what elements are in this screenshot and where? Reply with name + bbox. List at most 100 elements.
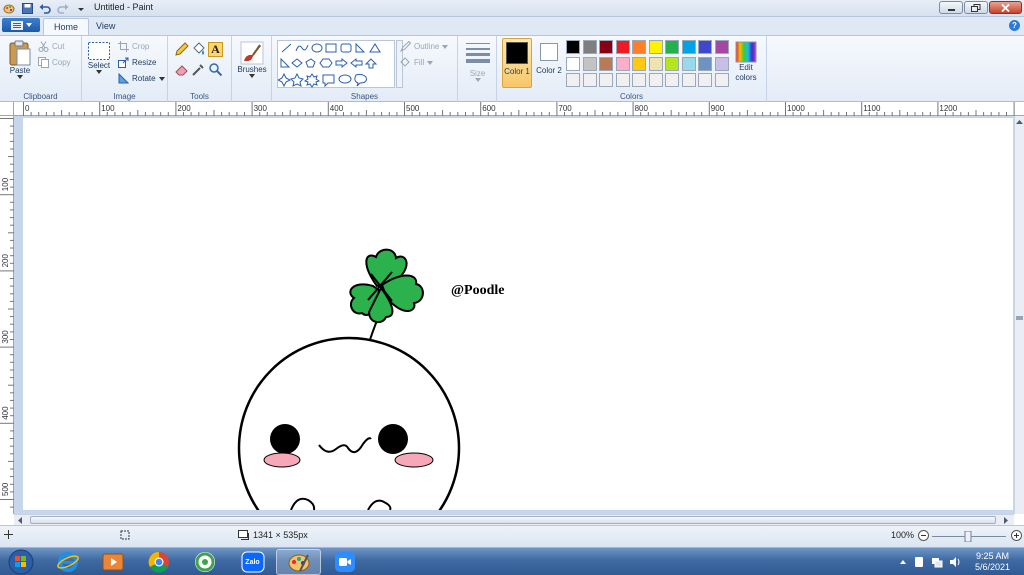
taskbar-internet-explorer[interactable] xyxy=(45,549,90,575)
scroll-grip-icon[interactable] xyxy=(1015,314,1024,323)
palette-swatch[interactable] xyxy=(714,56,729,71)
zoom-slider[interactable] xyxy=(932,531,1006,542)
taskbar-coccoc[interactable] xyxy=(182,549,227,575)
taskbar-media-player[interactable] xyxy=(90,549,135,575)
paint-icon xyxy=(288,554,309,572)
paint-menu-button[interactable] xyxy=(2,18,40,32)
palette-swatch[interactable] xyxy=(566,40,580,54)
palette-swatch[interactable] xyxy=(615,56,630,71)
show-hidden-icons-icon[interactable] xyxy=(899,558,907,566)
redo-icon[interactable] xyxy=(56,2,70,16)
chevron-down-icon xyxy=(96,70,102,74)
text-tool-icon[interactable]: A xyxy=(208,42,223,57)
chevron-down-icon xyxy=(158,76,165,81)
brushes-button[interactable]: Brushes xyxy=(235,41,269,78)
cut-button[interactable]: Cut xyxy=(38,41,64,52)
fill-button[interactable]: Fill xyxy=(400,57,434,68)
palette-swatch[interactable] xyxy=(665,40,679,54)
palette-swatch[interactable] xyxy=(698,40,712,54)
drawing-canvas[interactable]: @Poodle xyxy=(23,118,1013,510)
ruler-label: 1100 xyxy=(863,104,881,113)
tab-view[interactable]: View xyxy=(86,18,125,35)
palette-swatch[interactable] xyxy=(599,40,613,54)
eraser-icon[interactable] xyxy=(174,62,189,77)
palette-swatch[interactable] xyxy=(632,56,646,71)
magnifier-icon[interactable] xyxy=(208,62,223,77)
palette-swatch[interactable] xyxy=(698,56,712,71)
palette-swatch[interactable] xyxy=(599,73,613,87)
taskbar-zalo[interactable]: Zalo xyxy=(230,549,275,575)
paint-app-icon[interactable] xyxy=(2,2,16,16)
palette-swatch[interactable] xyxy=(566,73,580,87)
palette-swatch[interactable] xyxy=(648,40,663,54)
palette-swatch[interactable] xyxy=(632,73,646,87)
palette-swatch[interactable] xyxy=(648,73,663,87)
undo-icon[interactable] xyxy=(38,2,52,16)
palette-swatch[interactable] xyxy=(632,40,646,54)
device-icon[interactable] xyxy=(913,556,925,568)
palette-swatch[interactable] xyxy=(599,56,613,71)
ribbon-tab-row: Home View ? xyxy=(0,17,1024,35)
help-icon[interactable]: ? xyxy=(1009,20,1020,31)
tab-home[interactable]: Home xyxy=(43,18,90,35)
palette-swatch[interactable] xyxy=(681,73,696,87)
select-button[interactable]: Select xyxy=(86,41,112,74)
outline-button[interactable]: Outline xyxy=(400,41,449,52)
palette-swatch[interactable] xyxy=(648,56,663,71)
horizontal-scroll-thumb[interactable] xyxy=(30,516,996,524)
scroll-left-icon[interactable] xyxy=(16,516,25,525)
scroll-right-icon[interactable] xyxy=(1001,516,1010,525)
save-icon[interactable] xyxy=(20,2,34,16)
color2-button[interactable]: Color 2 xyxy=(535,38,563,88)
taskbar-paint[interactable] xyxy=(276,549,321,575)
palette-swatch[interactable] xyxy=(582,56,597,71)
pencil-icon[interactable] xyxy=(174,42,189,57)
scroll-up-icon[interactable] xyxy=(1015,118,1024,127)
palette-swatch[interactable] xyxy=(681,40,696,54)
network-icon[interactable] xyxy=(931,556,943,568)
crop-button[interactable]: Crop xyxy=(118,41,149,52)
customize-qat-icon[interactable] xyxy=(74,2,88,16)
paste-button[interactable]: Paste xyxy=(4,40,36,79)
volume-icon[interactable] xyxy=(949,556,961,568)
resize-button[interactable]: Resize xyxy=(118,57,156,68)
color1-button[interactable]: Color 1 xyxy=(502,38,532,88)
zalo-label: Zalo xyxy=(245,558,260,566)
start-button[interactable] xyxy=(1,549,41,575)
ruler-tick xyxy=(937,102,939,116)
rotate-button[interactable]: Rotate xyxy=(118,73,165,84)
palette-swatch[interactable] xyxy=(714,40,729,54)
size-button[interactable]: Size xyxy=(462,41,493,82)
ruler-label: 900 xyxy=(711,104,725,113)
palette-swatch[interactable] xyxy=(615,40,630,54)
palette-swatch[interactable] xyxy=(615,73,630,87)
minimize-button[interactable] xyxy=(939,1,963,14)
palette-swatch[interactable] xyxy=(665,56,679,71)
palette-swatch[interactable] xyxy=(582,73,597,87)
horizontal-scrollbar[interactable] xyxy=(14,514,1014,525)
vertical-scrollbar[interactable] xyxy=(1014,116,1024,514)
palette-swatch[interactable] xyxy=(681,56,696,71)
close-button[interactable] xyxy=(989,1,1022,14)
palette-swatch[interactable] xyxy=(714,73,729,87)
zoom-in-button[interactable] xyxy=(1011,530,1022,541)
taskbar-clock[interactable]: 9:25 AM 5/6/2021 xyxy=(975,551,1010,573)
chevron-down-icon xyxy=(474,78,481,82)
ruler-tick xyxy=(0,499,14,500)
palette-swatch[interactable] xyxy=(582,40,597,54)
zoom-out-button[interactable] xyxy=(918,530,929,541)
ruler-tick xyxy=(480,102,482,116)
copy-button[interactable]: Copy xyxy=(38,57,71,68)
palette-swatch[interactable] xyxy=(698,73,712,87)
taskbar-zoom[interactable] xyxy=(322,549,367,575)
palette-swatch[interactable] xyxy=(665,73,679,87)
color-picker-icon[interactable] xyxy=(191,62,206,77)
taskbar-chrome[interactable] xyxy=(136,549,181,575)
edit-colors-button[interactable]: Edit colors xyxy=(731,41,761,83)
shapes-gallery[interactable] xyxy=(276,40,395,88)
fill-bucket-icon[interactable] xyxy=(191,42,206,57)
maximize-button[interactable] xyxy=(964,1,988,14)
windows-start-icon xyxy=(8,549,34,575)
clock-time: 9:25 AM xyxy=(975,551,1009,561)
palette-swatch[interactable] xyxy=(566,56,580,71)
